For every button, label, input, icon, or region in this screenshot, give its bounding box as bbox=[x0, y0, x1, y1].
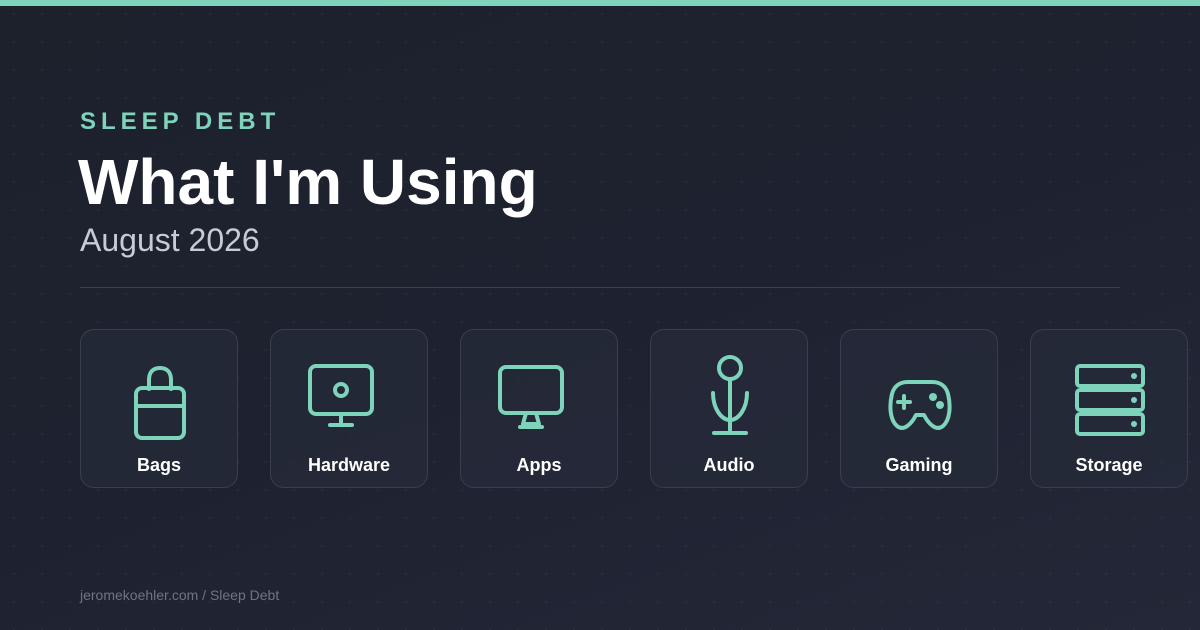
site-breadcrumb: jeromekoehler.com / Sleep Debt bbox=[80, 587, 280, 603]
category-card-label: Hardware bbox=[307, 455, 391, 475]
category-card-list: Bags Hardware Apps Audio Gaming Storage bbox=[80, 329, 1188, 488]
category-card-label: Storage bbox=[1075, 455, 1143, 475]
category-card-audio[interactable]: Audio bbox=[650, 329, 808, 488]
page-title: What I'm Using bbox=[78, 146, 538, 218]
shopping-bag-icon bbox=[116, 350, 204, 440]
category-card-label: Bags bbox=[136, 455, 181, 475]
category-card-storage[interactable]: Storage bbox=[1030, 329, 1188, 488]
gamepad-icon bbox=[876, 350, 964, 438]
category-card-label: Gaming bbox=[885, 455, 953, 475]
server-icon bbox=[1066, 350, 1154, 438]
category-card-gaming[interactable]: Gaming bbox=[840, 329, 998, 488]
header-divider bbox=[80, 287, 1120, 288]
desktop-icon bbox=[496, 350, 584, 438]
accent-top-bar bbox=[0, 0, 1200, 6]
page-date: August 2026 bbox=[80, 222, 260, 258]
category-card-apps[interactable]: Apps bbox=[460, 329, 618, 488]
category-card-label: Apps bbox=[516, 455, 562, 475]
monitor-icon bbox=[306, 350, 394, 438]
series-label: SLEEP DEBT bbox=[80, 108, 281, 135]
share-card: SLEEP DEBT What I'm Using August 2026 Ba… bbox=[0, 0, 1200, 630]
category-card-hardware[interactable]: Hardware bbox=[270, 329, 428, 488]
category-card-bags[interactable]: Bags bbox=[80, 329, 238, 488]
category-card-label: Audio bbox=[703, 455, 755, 475]
microphone-icon bbox=[686, 350, 774, 438]
